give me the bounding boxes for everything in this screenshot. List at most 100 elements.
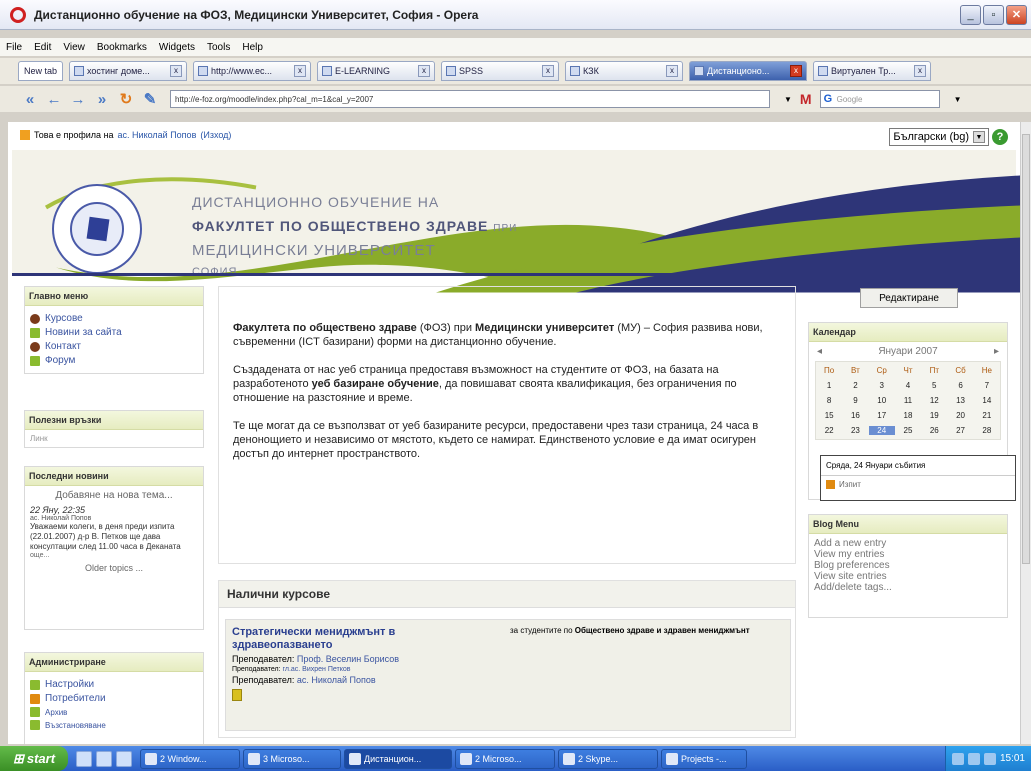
taskbar-item[interactable]: 2 Window... xyxy=(140,748,240,769)
scrollbar-thumb[interactable] xyxy=(1022,134,1030,564)
admin-restore[interactable]: Възстановяване xyxy=(30,720,198,730)
tab-item[interactable]: хостинг доме... x xyxy=(69,61,188,81)
calendar-day[interactable]: 15 xyxy=(816,411,842,420)
calendar-day[interactable]: 4 xyxy=(895,381,921,390)
taskbar-item-active[interactable]: Дистанцион... xyxy=(344,748,452,769)
calendar-day[interactable]: 21 xyxy=(974,411,1000,420)
calendar-day[interactable]: 22 xyxy=(816,426,842,435)
calendar-prev-icon[interactable]: ◂ xyxy=(817,346,822,357)
calendar-day[interactable]: 23 xyxy=(842,426,868,435)
tab-close-icon[interactable]: x xyxy=(294,65,307,77)
calendar-day[interactable]: 25 xyxy=(895,426,921,435)
back-icon[interactable]: ← xyxy=(46,91,62,108)
calendar-day[interactable]: 18 xyxy=(895,411,921,420)
tray-icon[interactable] xyxy=(967,752,980,765)
tray-icon[interactable] xyxy=(983,752,996,765)
reload-icon[interactable]: ↻ xyxy=(118,90,134,108)
teacher-link[interactable]: Проф. Веселин Борисов xyxy=(297,654,399,664)
new-tab-button[interactable]: New tab xyxy=(18,61,64,81)
blog-view-entries-link[interactable]: View my entries xyxy=(814,549,1002,560)
calendar-day[interactable]: 6 xyxy=(947,381,973,390)
tab-item[interactable]: КЗК x xyxy=(565,61,684,81)
quick-launch-icon[interactable] xyxy=(96,750,112,767)
calendar-day[interactable]: 2 xyxy=(842,381,868,390)
tab-close-icon[interactable]: x xyxy=(418,65,431,77)
calendar-day[interactable]: 20 xyxy=(947,411,973,420)
language-selector[interactable]: Български (bg) ▼ ? xyxy=(889,128,1008,146)
start-button[interactable]: ⊞ start xyxy=(0,746,68,771)
blog-tags-link[interactable]: Add/delete tags... xyxy=(814,582,1002,593)
menu-item-forum[interactable]: Форум xyxy=(30,355,198,366)
tray-icon[interactable] xyxy=(951,752,964,765)
admin-archive[interactable]: Архив xyxy=(30,707,198,717)
tab-close-icon[interactable]: x xyxy=(790,65,803,77)
tab-close-icon[interactable]: x xyxy=(666,65,679,77)
search-dropdown-icon[interactable]: ▼ xyxy=(954,95,962,104)
maximize-button[interactable]: ▫ xyxy=(983,5,1004,25)
news-more-link[interactable]: още... xyxy=(30,552,198,559)
profile-link[interactable]: ас. Николай Попов xyxy=(118,130,197,140)
minimize-button[interactable]: _ xyxy=(960,5,981,25)
admin-users[interactable]: Потребители xyxy=(30,693,198,704)
taskbar-item[interactable]: Projects -... xyxy=(661,748,747,769)
close-button[interactable]: ✕ xyxy=(1006,5,1027,25)
taskbar-item[interactable]: 2 Microso... xyxy=(455,748,555,769)
menu-widgets[interactable]: Widgets xyxy=(159,42,195,53)
forward-icon[interactable]: → xyxy=(70,91,86,108)
edit-button[interactable]: Редактиране xyxy=(860,288,958,308)
calendar-day[interactable]: 19 xyxy=(921,411,947,420)
search-input[interactable]: Google xyxy=(819,90,940,108)
address-dropdown-icon[interactable]: ▼ xyxy=(784,95,792,104)
edit-icon[interactable]: ✎ xyxy=(142,90,158,108)
calendar-day[interactable]: 26 xyxy=(921,426,947,435)
older-topics-link[interactable]: Older topics ... xyxy=(30,563,198,573)
course-enter-icon[interactable] xyxy=(232,689,242,701)
help-icon[interactable]: ? xyxy=(992,129,1008,145)
teacher-link[interactable]: гл.ас. Вихрен Петков xyxy=(282,666,350,673)
calendar-day[interactable]: 10 xyxy=(869,396,895,405)
calendar-day[interactable]: 17 xyxy=(869,411,895,420)
address-field[interactable]: http://e-foz.org/moodle/index.php?cal_m=… xyxy=(170,90,770,108)
menu-help[interactable]: Help xyxy=(242,42,263,53)
vertical-scrollbar[interactable] xyxy=(1020,122,1031,744)
calendar-day[interactable]: 28 xyxy=(974,426,1000,435)
menu-item-news[interactable]: Новини за сайта xyxy=(30,327,198,338)
calendar-day[interactable]: 3 xyxy=(869,381,895,390)
tab-item[interactable]: http://www.ec... x xyxy=(193,61,312,81)
fast-forward-icon[interactable]: » xyxy=(94,91,110,108)
blog-add-entry-link[interactable]: Add a new entry xyxy=(814,538,1002,549)
calendar-day[interactable]: 11 xyxy=(895,396,921,405)
useful-link[interactable]: Линк xyxy=(25,430,203,447)
teacher-link[interactable]: ас. Николай Попов xyxy=(297,675,376,685)
calendar-day[interactable]: 12 xyxy=(921,396,947,405)
calendar-day[interactable]: 14 xyxy=(974,396,1000,405)
quick-launch-icon[interactable] xyxy=(116,750,132,767)
add-topic-link[interactable]: Добавяне на нова тема... xyxy=(30,490,198,501)
menu-file[interactable]: File xyxy=(6,42,22,53)
tooltip-event[interactable]: Изпит xyxy=(839,480,861,489)
blog-site-entries-link[interactable]: View site entries xyxy=(814,571,1002,582)
calendar-day[interactable]: 7 xyxy=(974,381,1000,390)
menu-edit[interactable]: Edit xyxy=(34,42,51,53)
mail-icon[interactable]: M xyxy=(800,91,812,107)
tab-item[interactable]: E-LEARNING x xyxy=(317,61,436,81)
taskbar-item[interactable]: 2 Skype... xyxy=(558,748,658,769)
admin-settings[interactable]: Настройки xyxy=(30,679,198,690)
tab-close-icon[interactable]: x xyxy=(170,65,183,77)
calendar-day[interactable]: 9 xyxy=(842,396,868,405)
blog-preferences-link[interactable]: Blog preferences xyxy=(814,560,1002,571)
calendar-day[interactable]: 27 xyxy=(947,426,973,435)
logout-link[interactable]: (Изход) xyxy=(200,130,231,140)
tab-close-icon[interactable]: x xyxy=(542,65,555,77)
calendar-day[interactable]: 5 xyxy=(921,381,947,390)
quick-launch-icon[interactable] xyxy=(76,750,92,767)
calendar-day[interactable]: 13 xyxy=(947,396,973,405)
menu-item-contact[interactable]: Контакт xyxy=(30,341,198,352)
calendar-day[interactable]: 8 xyxy=(816,396,842,405)
rewind-icon[interactable]: « xyxy=(22,91,38,108)
chevron-down-icon[interactable]: ▼ xyxy=(973,131,985,143)
tab-close-icon[interactable]: x xyxy=(914,65,927,77)
tab-item-active[interactable]: Дистанционо... x xyxy=(689,61,808,81)
menu-tools[interactable]: Tools xyxy=(207,42,230,53)
calendar-next-icon[interactable]: ▸ xyxy=(994,346,999,357)
